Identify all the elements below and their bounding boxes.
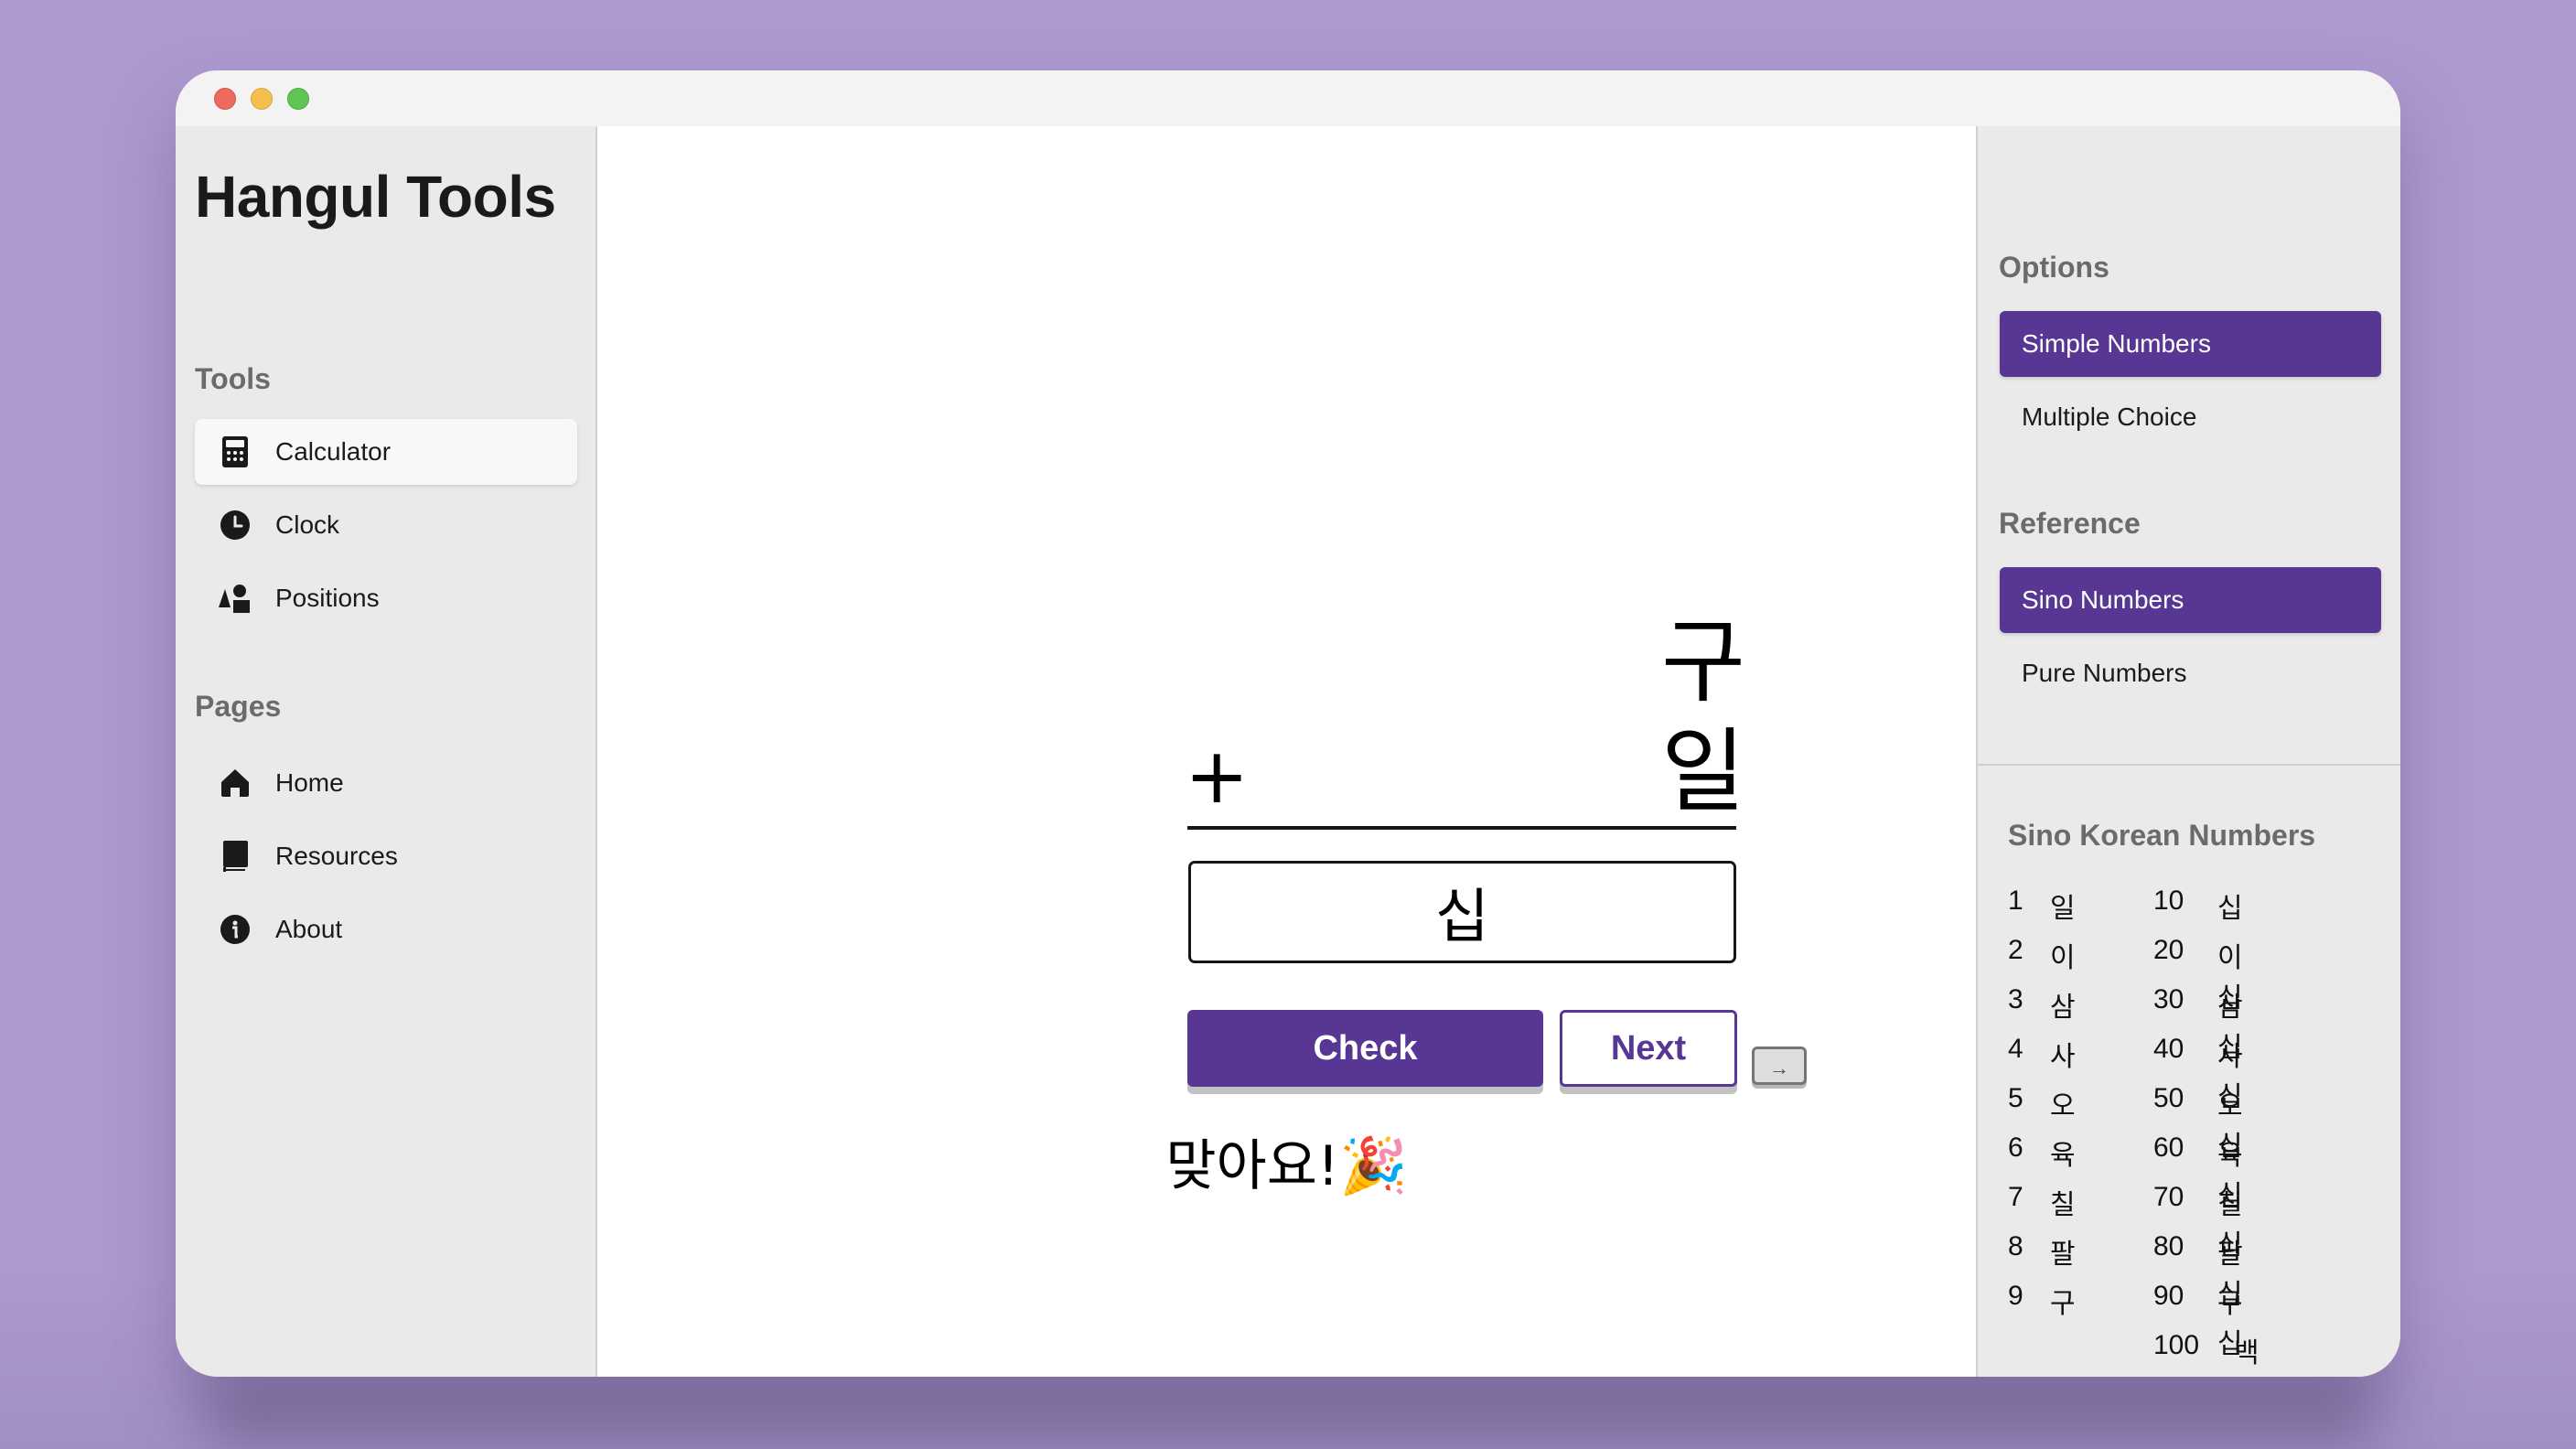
next-button[interactable]: Next [1560, 1010, 1737, 1087]
book-icon [219, 840, 252, 873]
operator-sign: + [1185, 731, 1250, 821]
reference-number: 4 [2008, 1034, 2023, 1064]
options-section-label: Options [1999, 251, 2109, 284]
reference-number: 8 [2008, 1231, 2023, 1261]
reference-number: 30 [2153, 984, 2184, 1014]
sidebar-item-label: Home [275, 768, 344, 797]
calculator-icon [219, 435, 252, 468]
answer-input[interactable]: 십 [1188, 861, 1736, 963]
window-shadow [210, 1372, 2369, 1449]
reference-korean: 팔 [2050, 1239, 2076, 1271]
reference-number: 100 [2153, 1330, 2200, 1360]
reference-number: 90 [2153, 1281, 2184, 1311]
sidebar-item-label: Positions [275, 584, 380, 612]
sidebar-item-clock[interactable]: Clock [195, 492, 577, 558]
sidebar-item-home[interactable]: Home [195, 750, 577, 816]
check-button[interactable]: Check [1187, 1010, 1543, 1087]
sidebar-item-label: About [275, 915, 343, 943]
option-simple-numbers[interactable]: Simple Numbers [2000, 311, 2381, 377]
reference-number: 5 [2008, 1083, 2023, 1113]
reference-sino-numbers[interactable]: Sino Numbers [2000, 567, 2381, 633]
reference-number: 6 [2008, 1132, 2023, 1163]
reference-number: 70 [2153, 1182, 2184, 1212]
sidebar-item-calculator[interactable]: Calculator [195, 419, 577, 485]
app-window: Hangul Tools Tools Calculator Clock Posi… [176, 70, 2400, 1377]
reference-section-label: Reference [1999, 507, 2141, 540]
reference-korean: 구 [2050, 1288, 2076, 1320]
right-arrow-key-hint[interactable]: → [1752, 1046, 1807, 1085]
operand-bottom: 일 [1661, 718, 1745, 825]
reference-number: 2 [2008, 935, 2023, 965]
reference-number: 10 [2153, 886, 2184, 916]
clock-icon [219, 509, 252, 542]
sidebar-item-label: Clock [275, 510, 340, 539]
operand-top: 구 [1661, 608, 1745, 715]
sidebar-item-label: Resources [275, 842, 398, 870]
reference-korean: 칠 [2050, 1189, 2076, 1221]
reference-korean: 백 [2234, 1337, 2259, 1369]
sidebar-item-positions[interactable]: Positions [195, 565, 577, 631]
reference-number: 60 [2153, 1132, 2184, 1163]
reference-number: 9 [2008, 1281, 2023, 1311]
right-arrow-icon: → [1769, 1057, 1789, 1079]
reference-korean: 육 [2050, 1140, 2076, 1172]
reference-number: 50 [2153, 1083, 2184, 1113]
zoom-window-button[interactable] [287, 88, 309, 110]
sidebar: Hangul Tools Tools Calculator Clock Posi… [176, 126, 597, 1377]
reference-number: 3 [2008, 984, 2023, 1014]
reference-pure-numbers[interactable]: Pure Numbers [2000, 640, 2381, 706]
option-multiple-choice[interactable]: Multiple Choice [2000, 384, 2381, 450]
info-icon [219, 913, 252, 946]
home-icon [219, 767, 252, 800]
reference-number: 40 [2153, 1034, 2184, 1064]
close-window-button[interactable] [214, 88, 236, 110]
reference-number: 80 [2153, 1231, 2184, 1261]
sidebar-item-label: Calculator [275, 437, 392, 466]
pages-section-label: Pages [195, 690, 282, 723]
tools-section-label: Tools [195, 362, 271, 395]
shapes-icon [219, 582, 252, 615]
sidebar-item-about[interactable]: About [195, 896, 577, 962]
reference-korean: 사 [2050, 1041, 2076, 1073]
options-panel: Options Simple Numbers Multiple Choice R… [1976, 126, 2400, 1377]
title-bar [176, 70, 2400, 126]
minimize-window-button[interactable] [251, 88, 273, 110]
reference-korean: 이 [2050, 942, 2076, 974]
reference-number: 7 [2008, 1182, 2023, 1212]
panel-divider [1978, 764, 2400, 766]
reference-number: 20 [2153, 935, 2184, 965]
party-popper-icon: 🎉 [1338, 1134, 1408, 1198]
calculator-panel: 구 + 일 십 Check Next → 맞아요!🎉 [597, 126, 1976, 1377]
equation-rule [1187, 826, 1736, 830]
feedback-text: 맞아요! [1165, 1134, 1339, 1198]
reference-korean: 삼 [2050, 992, 2076, 1024]
reference-korean: 일 [2050, 893, 2076, 925]
reference-korean: 십 [2217, 893, 2243, 925]
app-title: Hangul Tools [195, 164, 556, 230]
reference-korean: 오 [2050, 1090, 2076, 1122]
feedback-message: 맞아요!🎉 [597, 1122, 1976, 1201]
reference-table-title: Sino Korean Numbers [2008, 819, 2316, 852]
sidebar-item-resources[interactable]: Resources [195, 823, 577, 889]
reference-number: 1 [2008, 886, 2023, 916]
